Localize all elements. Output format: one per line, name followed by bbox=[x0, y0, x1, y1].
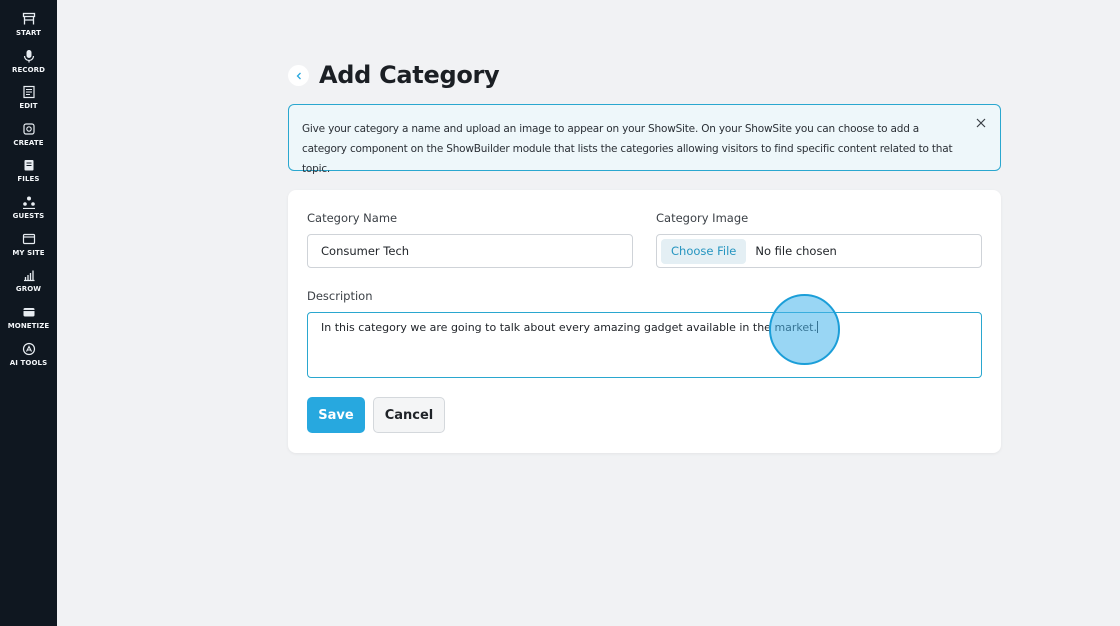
description-text: In this category we are going to talk ab… bbox=[321, 321, 817, 334]
sidebar-item-ai-tools[interactable]: AI TOOLS bbox=[0, 342, 57, 376]
sidebar-item-edit[interactable]: EDIT bbox=[0, 85, 57, 119]
sidebar-item-label: GUESTS bbox=[12, 212, 45, 220]
sidebar: START RECORD EDIT CREATE FILES GUESTS MY… bbox=[0, 0, 57, 626]
sidebar-item-label: CREATE bbox=[13, 139, 44, 147]
ai-tools-icon bbox=[22, 342, 35, 356]
back-button[interactable] bbox=[288, 65, 309, 86]
close-icon[interactable] bbox=[974, 116, 988, 130]
page-title: Add Category bbox=[319, 61, 500, 89]
sidebar-item-label: MONETIZE bbox=[7, 322, 50, 330]
cancel-button[interactable]: Cancel bbox=[373, 397, 445, 433]
category-name-label: Category Name bbox=[307, 211, 398, 225]
sidebar-item-label: START bbox=[15, 29, 42, 37]
sidebar-item-files[interactable]: FILES bbox=[0, 158, 57, 192]
sidebar-item-guests[interactable]: GUESTS bbox=[0, 195, 57, 229]
sidebar-item-record[interactable]: RECORD bbox=[0, 49, 57, 83]
category-image-label: Category Image bbox=[656, 211, 749, 225]
description-textarea[interactable]: In this category we are going to talk ab… bbox=[307, 312, 982, 378]
text-caret bbox=[816, 321, 818, 333]
sidebar-item-label: MY SITE bbox=[12, 249, 45, 257]
chart-icon bbox=[23, 270, 34, 282]
choose-file-button[interactable]: Choose File bbox=[661, 238, 747, 264]
sidebar-item-start[interactable]: START bbox=[0, 12, 57, 46]
description-label: Description bbox=[307, 289, 373, 303]
category-image-file-input[interactable]: Choose File No file chosen bbox=[656, 234, 982, 268]
info-text: Give your category a name and upload an … bbox=[302, 123, 953, 175]
info-banner: Give your category a name and upload an … bbox=[288, 104, 1001, 175]
sidebar-item-label: AI TOOLS bbox=[9, 359, 48, 367]
sidebar-item-create[interactable]: CREATE bbox=[0, 122, 57, 156]
sidebar-item-my-site[interactable]: MY SITE bbox=[0, 232, 57, 266]
start-icon bbox=[22, 12, 35, 25]
sidebar-item-label: EDIT bbox=[19, 102, 38, 110]
no-file-status: No file chosen bbox=[755, 244, 837, 258]
sidebar-item-label: GROW bbox=[15, 285, 42, 293]
guests-icon bbox=[22, 196, 35, 209]
save-button[interactable]: Save bbox=[307, 397, 365, 433]
create-icon bbox=[22, 123, 35, 135]
sidebar-item-label: FILES bbox=[17, 175, 40, 183]
chevron-left-icon bbox=[296, 72, 301, 79]
category-form-card: Category Name Consumer Tech Category Ima… bbox=[288, 190, 1001, 453]
site-icon bbox=[22, 233, 35, 245]
monetize-icon bbox=[23, 308, 34, 317]
category-name-input[interactable]: Consumer Tech bbox=[307, 234, 633, 268]
sidebar-item-grow[interactable]: GROW bbox=[0, 268, 57, 302]
sidebar-item-monetize[interactable]: MONETIZE bbox=[0, 305, 57, 339]
edit-icon bbox=[22, 85, 35, 99]
microphone-icon bbox=[23, 50, 34, 63]
files-icon bbox=[24, 160, 33, 171]
sidebar-item-label: RECORD bbox=[11, 66, 46, 74]
